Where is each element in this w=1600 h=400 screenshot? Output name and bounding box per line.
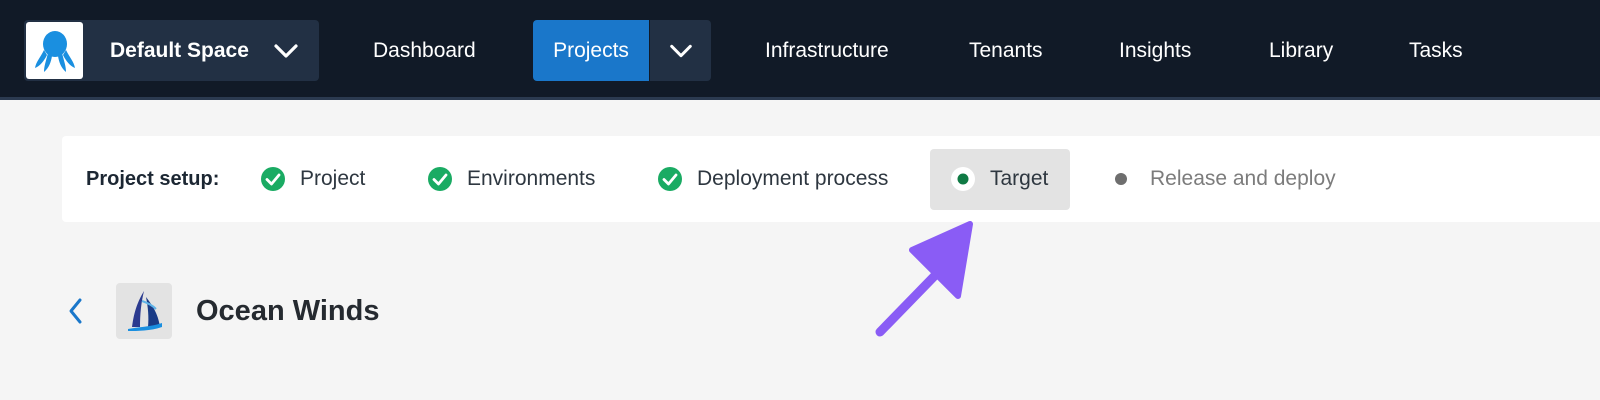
nav-projects[interactable]: Projects [533, 20, 649, 81]
project-setup-label: Project setup: [86, 168, 220, 190]
project-logo-icon [116, 283, 172, 339]
nav-tenants[interactable]: Tenants [969, 20, 1043, 81]
chevron-down-icon [669, 44, 692, 57]
setup-step-release-and-deploy[interactable]: Release and deploy [1114, 136, 1336, 222]
nav-tasks[interactable]: Tasks [1409, 20, 1463, 81]
setup-step-label: Target [990, 167, 1049, 190]
setup-step-label: Environments [467, 167, 596, 190]
current-step-dot-icon [950, 166, 976, 192]
check-circle-icon [427, 166, 453, 192]
setup-step-label: Deployment process [697, 167, 889, 190]
space-switcher[interactable]: Default Space [24, 20, 319, 81]
check-circle-icon [657, 166, 683, 192]
pending-step-dot-icon [1114, 172, 1128, 186]
nav-insights[interactable]: Insights [1119, 20, 1191, 81]
setup-step-project[interactable]: Project [260, 136, 365, 222]
back-chevron-icon[interactable] [64, 296, 88, 331]
setup-step-environments[interactable]: Environments [427, 136, 595, 222]
setup-step-deployment-process[interactable]: Deployment process [657, 136, 888, 222]
nav-dashboard[interactable]: Dashboard [373, 20, 476, 81]
check-circle-icon [260, 166, 286, 192]
octopus-logo-icon [26, 22, 83, 79]
nav-library[interactable]: Library [1269, 20, 1333, 81]
projects-menu-toggle[interactable] [650, 20, 711, 81]
space-name: Default Space [110, 39, 249, 62]
nav-infrastructure[interactable]: Infrastructure [765, 20, 889, 81]
setup-step-label: Project [300, 167, 366, 190]
chevron-down-icon[interactable] [272, 37, 300, 70]
annotation-arrow-icon [860, 210, 990, 355]
setup-step-label: Release and deploy [1150, 167, 1336, 190]
project-title: Ocean Winds [196, 295, 380, 327]
top-navigation-bar: Default Space Dashboard Projects Infrast… [0, 0, 1600, 100]
